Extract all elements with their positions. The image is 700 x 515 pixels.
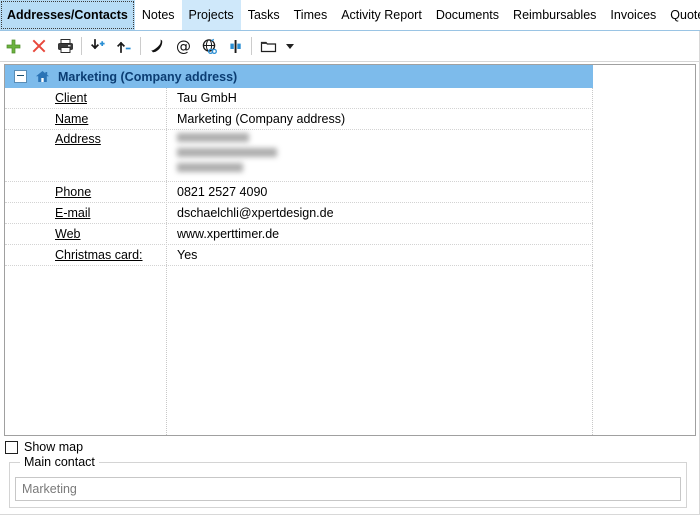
- grid-row-christmas-card[interactable]: Christmas card: Yes: [5, 245, 593, 266]
- grid-row-label[interactable]: E-mail: [5, 206, 166, 220]
- tab-label: Documents: [436, 9, 499, 22]
- import-down-icon: [90, 38, 107, 55]
- email-button[interactable]: @: [170, 33, 196, 59]
- toolbar: @: [0, 31, 700, 62]
- collapse-icon[interactable]: [14, 70, 27, 83]
- toolbar-separator: [140, 37, 141, 55]
- show-map-checkbox-row[interactable]: Show map: [5, 440, 83, 454]
- tab-projects[interactable]: Projects: [182, 0, 241, 30]
- grid-row-label[interactable]: Client: [5, 91, 166, 105]
- delete-icon: [31, 38, 47, 54]
- grid-row-label[interactable]: Christmas card:: [5, 248, 166, 262]
- address-detail-grid: Marketing (Company address) Client Tau G…: [4, 64, 696, 436]
- grid-row-label[interactable]: Name: [5, 112, 166, 126]
- grid-row-value[interactable]: Tau GmbH: [166, 91, 237, 105]
- grid-row-label[interactable]: Web: [5, 227, 166, 241]
- tab-label: Addresses/Contacts: [7, 9, 128, 22]
- globe-link-icon: [201, 38, 218, 55]
- grid-row-client[interactable]: Client Tau GmbH: [5, 88, 593, 109]
- house-icon: [35, 70, 50, 83]
- tab-label: Times: [294, 9, 328, 22]
- svg-text:@: @: [176, 38, 191, 55]
- folder-dropdown-button[interactable]: [281, 33, 299, 59]
- tab-tasks[interactable]: Tasks: [241, 0, 287, 30]
- grid-row-label[interactable]: Phone: [5, 185, 166, 199]
- add-button[interactable]: [0, 33, 26, 59]
- tab-invoices[interactable]: Invoices: [603, 0, 663, 30]
- tab-bar: Addresses/Contacts Notes Projects Tasks …: [0, 0, 700, 31]
- tab-quotes[interactable]: Quotes: [663, 0, 700, 30]
- tab-label: Activity Report: [341, 9, 422, 22]
- tab-label: Projects: [189, 9, 234, 22]
- caret-down-icon: [286, 44, 294, 49]
- call-button[interactable]: [144, 33, 170, 59]
- phone-icon: [149, 38, 165, 54]
- map-pin-icon: [227, 38, 244, 55]
- main-contact-group-title: Main contact: [20, 455, 99, 469]
- website-button[interactable]: [196, 33, 222, 59]
- toolbar-separator: [251, 37, 252, 55]
- folder-button[interactable]: [255, 33, 281, 59]
- grid-row-label[interactable]: Address: [5, 130, 166, 146]
- toolbar-separator: [81, 37, 82, 55]
- grid-row-value[interactable]: dschaelchli@xpertdesign.de: [166, 206, 334, 220]
- main-contact-group: Main contact Marketing: [9, 462, 687, 508]
- tab-times[interactable]: Times: [287, 0, 335, 30]
- tab-label: Tasks: [248, 9, 280, 22]
- tab-documents[interactable]: Documents: [429, 0, 506, 30]
- grid-row-email[interactable]: E-mail dschaelchli@xpertdesign.de: [5, 203, 593, 224]
- tab-label: Invoices: [610, 9, 656, 22]
- print-icon: [57, 38, 74, 54]
- export-up-icon: [116, 38, 133, 55]
- folder-icon: [260, 39, 277, 54]
- email-icon: @: [175, 38, 192, 55]
- tab-label: Quotes: [670, 9, 700, 22]
- tab-reimbursables[interactable]: Reimbursables: [506, 0, 603, 30]
- grid-group-title: Marketing (Company address): [58, 70, 237, 84]
- grid-group-header[interactable]: Marketing (Company address): [5, 65, 593, 88]
- grid-row-phone[interactable]: Phone 0821 2527 4090: [5, 182, 593, 203]
- main-contact-input[interactable]: Marketing: [15, 477, 681, 501]
- grid-row-address[interactable]: Address: [5, 130, 593, 182]
- delete-button[interactable]: [26, 33, 52, 59]
- grid-row-value[interactable]: Marketing (Company address): [166, 112, 345, 126]
- grid-row-value[interactable]: 0821 2527 4090: [166, 185, 267, 199]
- grid-row-value-redacted[interactable]: [166, 130, 277, 178]
- tab-notes[interactable]: Notes: [135, 0, 182, 30]
- show-map-label: Show map: [24, 440, 83, 454]
- grid-row-value[interactable]: www.xperttimer.de: [166, 227, 279, 241]
- grid-row-web[interactable]: Web www.xperttimer.de: [5, 224, 593, 245]
- tab-label: Reimbursables: [513, 9, 596, 22]
- tab-addresses-contacts[interactable]: Addresses/Contacts: [0, 0, 135, 30]
- map-button[interactable]: [222, 33, 248, 59]
- tab-label: Notes: [142, 9, 175, 22]
- import-button[interactable]: [85, 33, 111, 59]
- show-map-checkbox[interactable]: [5, 441, 18, 454]
- grid-row-value[interactable]: Yes: [166, 248, 197, 262]
- add-icon: [5, 38, 22, 55]
- export-button[interactable]: [111, 33, 137, 59]
- grid-row-name[interactable]: Name Marketing (Company address): [5, 109, 593, 130]
- print-button[interactable]: [52, 33, 78, 59]
- tab-activity-report[interactable]: Activity Report: [334, 0, 429, 30]
